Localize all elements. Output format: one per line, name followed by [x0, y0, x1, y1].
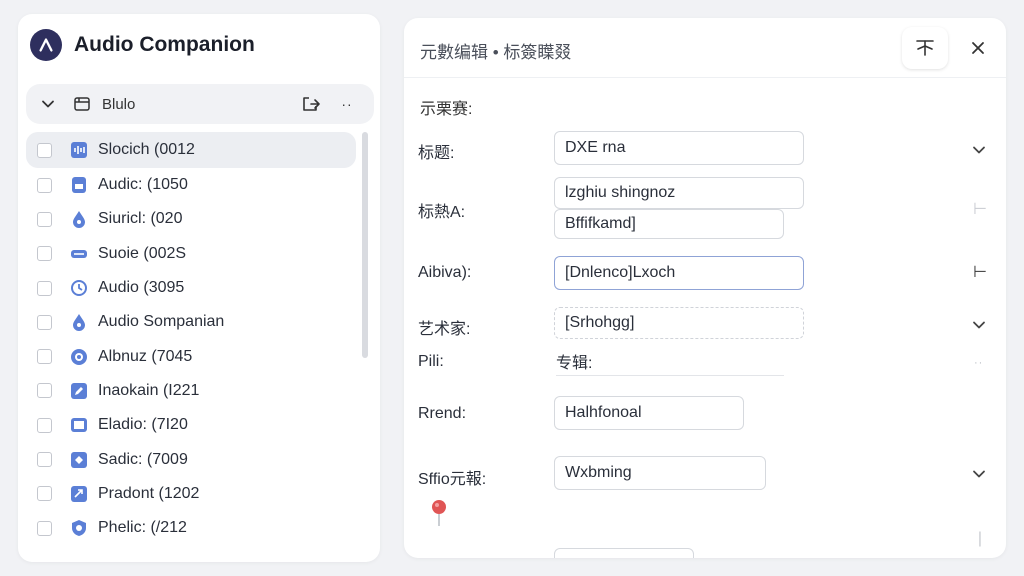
app-title: Audio Companion — [74, 33, 255, 56]
album2-label: Pili: — [418, 353, 444, 370]
share-icon — [70, 485, 88, 503]
edit-icon — [70, 382, 88, 400]
scrollbar[interactable] — [362, 132, 368, 358]
metadata-editor-panel: 元數编辑 • 标簽瞸叕 示栗赛: 标题: DXE rna 标熱A: lzghiu… — [404, 18, 1006, 558]
album-label: Aibiva): — [418, 264, 472, 281]
style-input[interactable]: Wxbming — [554, 456, 766, 490]
file-name: Inaokain (I221 — [98, 381, 200, 399]
drop-icon — [70, 210, 88, 229]
file-list-item[interactable]: Pradont (1202 — [26, 477, 356, 511]
file-name: Audio Sompanian — [98, 313, 225, 331]
file-list-item[interactable]: Siuricl: (020 — [26, 202, 356, 236]
file-name: Sadic: (7009 — [98, 450, 188, 468]
file-list-item[interactable]: Audic: (1050 — [26, 168, 356, 202]
file-list: Slocich (0012 Audic: (1050 Siuricl: (020 Su… — [26, 132, 356, 545]
drag-handle-icon[interactable]: | — [974, 530, 986, 547]
file-checkbox[interactable] — [37, 280, 52, 296]
close-icon[interactable] — [964, 34, 992, 62]
map-pin-icon — [430, 498, 448, 528]
drag-handle-icon[interactable]: ⊢ — [973, 264, 987, 281]
album-input[interactable]: [Dnlenco]Lxoch — [554, 256, 804, 290]
chevron-down-icon[interactable] — [970, 141, 988, 159]
title-label: 标题: — [418, 145, 455, 162]
artist-label: 艺术家: — [418, 321, 471, 338]
file-name: Eladio: (7I20 — [98, 416, 188, 434]
file-checkbox[interactable] — [37, 349, 52, 365]
tags-input-2[interactable]: Bffifkamd] — [554, 209, 784, 239]
file-name: Audic: (1050 — [98, 176, 188, 194]
partial-input[interactable] — [554, 548, 694, 558]
disc-icon — [70, 348, 88, 366]
file-list-item[interactable]: Eladio: (7I20 — [26, 408, 356, 442]
shield-icon — [70, 519, 88, 537]
folder-name: Blulo — [102, 95, 136, 113]
square-icon — [70, 416, 88, 434]
file-checkbox[interactable] — [37, 177, 52, 193]
file-name: Audio (3095 — [98, 279, 185, 297]
file-name: Siuricl: (020 — [98, 210, 183, 228]
file-name: Albnuz (7045 — [98, 347, 193, 365]
chevron-down-icon[interactable] — [970, 316, 988, 334]
audio-file-icon — [70, 176, 88, 194]
file-checkbox[interactable] — [37, 314, 52, 330]
file-name: Suoie (002S — [98, 244, 187, 262]
file-checkbox[interactable] — [37, 383, 52, 399]
title-input[interactable]: DXE rna — [554, 131, 804, 165]
tags-input-1[interactable]: lzghiu shingnoz — [554, 177, 804, 209]
file-name: Pradont (1202 — [98, 484, 200, 502]
file-name: Slocich (0012 — [98, 141, 195, 158]
file-list-item[interactable]: Audio (3095 — [26, 271, 356, 305]
export-icon[interactable] — [300, 93, 322, 115]
dash-icon — [70, 245, 88, 263]
file-checkbox[interactable] — [37, 246, 52, 262]
editor-header: 元數编辑 • 标簽瞸叕 — [404, 18, 1006, 78]
tag-icon — [70, 451, 88, 469]
file-checkbox[interactable] — [37, 211, 52, 227]
trend-input[interactable]: Halhfonoal — [554, 396, 744, 430]
file-list-item[interactable]: Sadic: (7009 — [26, 442, 356, 476]
file-list-item[interactable]: Suoie (002S — [26, 237, 356, 271]
drag-handle-icon[interactable]: ⊢ — [973, 201, 987, 218]
file-checkbox[interactable] — [37, 142, 52, 158]
style-label: Sffio元報: — [418, 471, 487, 488]
brand: Audio Companion — [30, 28, 255, 62]
chevron-down-icon[interactable] — [38, 94, 58, 114]
folder-icon — [72, 94, 92, 114]
chevron-down-icon[interactable] — [970, 465, 988, 483]
file-checkbox[interactable] — [37, 452, 52, 468]
more-options-icon[interactable]: ·· — [336, 93, 358, 115]
file-name: Phelic: (/212 — [98, 519, 187, 537]
app-logo-icon — [30, 29, 62, 61]
file-list-item[interactable]: Albnuz (7045 — [26, 339, 356, 373]
artist-input[interactable]: [Srhohgg] — [554, 307, 804, 339]
file-checkbox[interactable] — [37, 486, 52, 502]
refresh-icon — [70, 279, 88, 297]
file-list-item[interactable]: Inaokain (I221 — [26, 374, 356, 408]
file-checkbox[interactable] — [37, 417, 52, 433]
file-browser-panel: Audio Companion Blulo ·· Slocich (0012 Au… — [18, 14, 380, 562]
pin-button[interactable] — [902, 27, 948, 69]
waveform-icon — [70, 141, 88, 159]
trend-label: Rrend: — [418, 405, 467, 422]
file-list-item[interactable]: Slocich (0012 — [26, 132, 356, 168]
section-label: 示栗赛: — [420, 101, 473, 118]
folder-header[interactable]: Blulo ·· — [26, 84, 374, 124]
file-checkbox[interactable] — [37, 520, 52, 536]
editor-title: 元數编辑 • 标簽瞸叕 — [420, 43, 572, 62]
album2-input[interactable]: 专辑: — [556, 346, 784, 376]
file-list-item[interactable]: Audio Sompanian — [26, 305, 356, 339]
pin-icon — [916, 40, 934, 56]
file-list-item[interactable]: Phelic: (/212 — [26, 511, 356, 545]
more-icon[interactable]: ·· — [974, 357, 988, 369]
tags-label: 标熱A: — [418, 204, 466, 221]
drop-icon — [70, 313, 88, 332]
